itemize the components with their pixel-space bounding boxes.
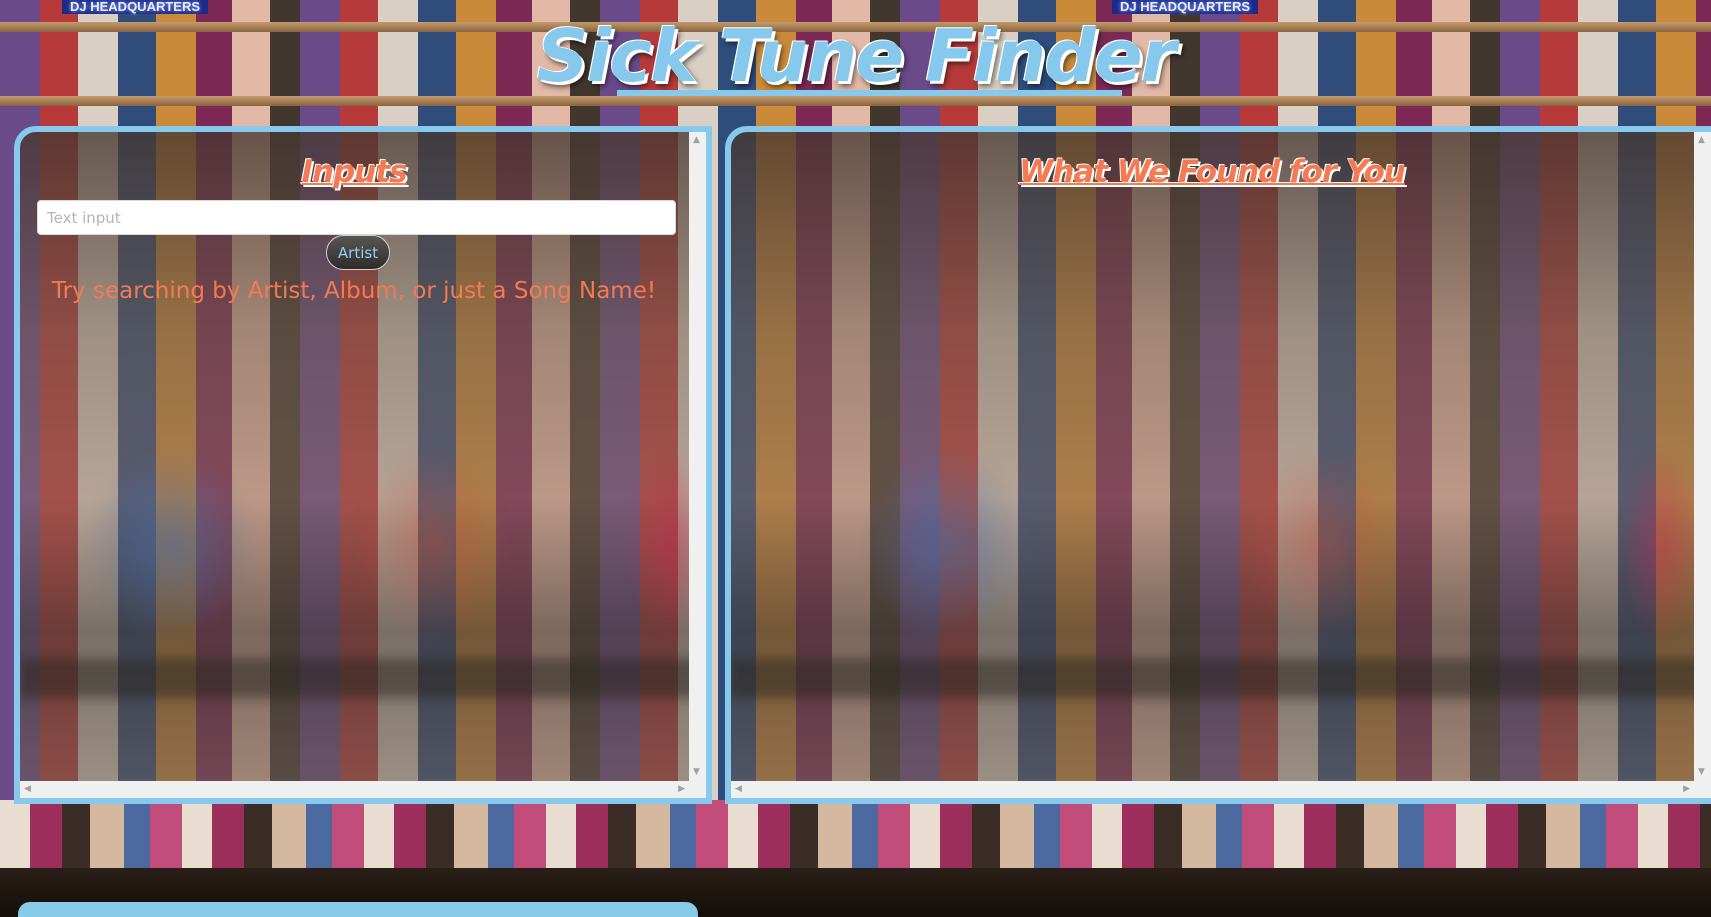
scroll-up-icon[interactable]: ▲ (693, 136, 700, 145)
site-title: Sick Tune Finder (536, 14, 1176, 98)
horizontal-scrollbar[interactable]: ◀ ▶ (20, 781, 689, 798)
scroll-up-icon[interactable]: ▲ (1698, 136, 1705, 145)
lower-panel-edge (18, 902, 698, 917)
scroll-right-icon[interactable]: ▶ (678, 785, 685, 794)
results-heading: What We Found for You (1019, 154, 1406, 190)
inputs-panel: Inputs Artist Try searching by Artist, A… (14, 126, 712, 804)
vertical-scrollbar[interactable]: ▲ ▼ (1694, 132, 1711, 781)
scrollbar-corner (1694, 781, 1711, 798)
search-input[interactable] (37, 200, 676, 235)
artist-button[interactable]: Artist (326, 235, 390, 270)
title-underline (617, 90, 1122, 96)
scroll-left-icon[interactable]: ◀ (735, 785, 742, 794)
scroll-left-icon[interactable]: ◀ (24, 785, 31, 794)
scroll-down-icon[interactable]: ▼ (693, 768, 700, 777)
scroll-down-icon[interactable]: ▼ (1698, 768, 1705, 777)
results-panel: What We Found for You ▲ ▼ ◀ ▶ (725, 126, 1711, 804)
search-hint: Try searching by Artist, Album, or just … (51, 278, 657, 304)
vertical-scrollbar[interactable]: ▲ ▼ (689, 132, 706, 781)
neon-sign-right: DJ HEADQUARTERS (1112, 0, 1259, 14)
horizontal-scrollbar[interactable]: ◀ ▶ (731, 781, 1694, 798)
neon-sign-left: DJ HEADQUARTERS (62, 0, 209, 14)
scroll-right-icon[interactable]: ▶ (1683, 785, 1690, 794)
inputs-heading: Inputs (301, 154, 407, 190)
scrollbar-corner (689, 781, 706, 798)
